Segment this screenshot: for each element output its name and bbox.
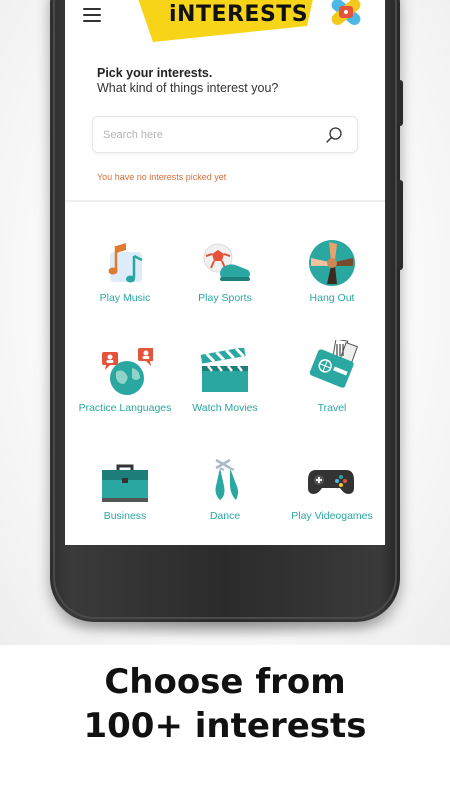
- search-box[interactable]: [92, 116, 358, 153]
- hamburger-menu-icon[interactable]: [83, 8, 101, 22]
- caption-line-2: 100+ interests: [83, 706, 367, 746]
- interest-label: Dance: [209, 510, 241, 522]
- hands-together-icon: [309, 240, 355, 286]
- search-icon[interactable]: [325, 126, 343, 144]
- empty-interests-message: You have no interests picked yet: [97, 172, 227, 182]
- interest-label: Watch Movies: [192, 402, 258, 414]
- prompt-title: Pick your interests.: [97, 66, 213, 80]
- sports-ball-shoe-icon: [203, 243, 250, 281]
- globe-chat-icon: [102, 348, 153, 395]
- interest-label: Travel: [317, 402, 347, 414]
- app-title: iNTERESTS: [169, 2, 309, 27]
- gamepad-icon: [308, 470, 354, 494]
- caption-line-1: Choose from: [104, 662, 346, 702]
- interest-label: Business: [103, 510, 147, 522]
- ballet-shoes-icon: [215, 458, 238, 500]
- interest-label: Practice Languages: [78, 402, 172, 414]
- music-notes-icon: [108, 243, 143, 283]
- interests-grid: Play Music Play Sports Hang Out Practice…: [65, 200, 385, 545]
- passport-tickets-icon: [309, 340, 359, 388]
- interest-label: Play Sports: [198, 292, 252, 304]
- app-screen: iNTERESTS Pick your interests. What kind…: [65, 0, 385, 545]
- promo-caption: Choose from 100+ interests: [0, 660, 450, 748]
- app-logo-icon: [331, 0, 361, 26]
- clapperboard-icon: [200, 348, 248, 392]
- prompt-subtitle: What kind of things interest you?: [97, 81, 279, 95]
- briefcase-icon: [102, 464, 148, 502]
- interest-label: Play Videogames: [291, 510, 373, 522]
- interest-label: Play Music: [99, 292, 151, 304]
- interest-label: Hang Out: [309, 292, 355, 304]
- search-input[interactable]: [103, 125, 303, 145]
- phone-side-button: [397, 80, 403, 126]
- phone-volume-button: [397, 180, 403, 270]
